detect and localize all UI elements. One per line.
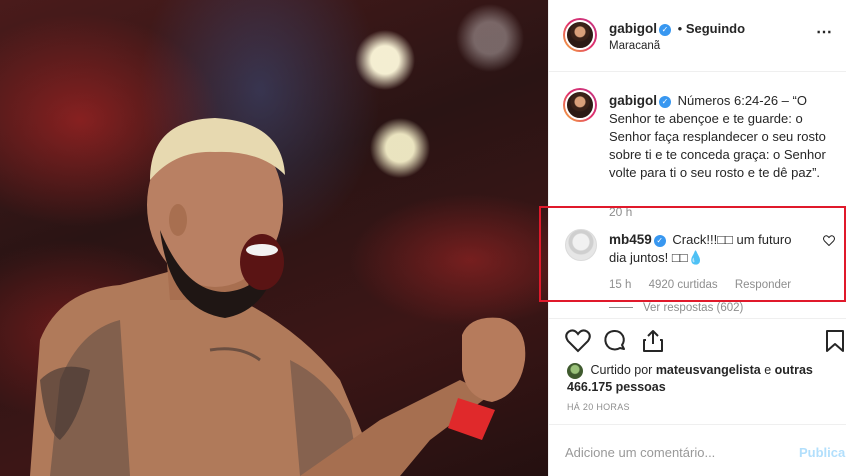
comment-likes[interactable]: 4920 curtidas [649, 279, 718, 291]
publish-button[interactable]: Publicar [799, 445, 846, 460]
comment-composer: Adicione um comentário... Publicar [549, 424, 846, 476]
post-photo[interactable] [0, 0, 548, 476]
view-replies-label: Ver respostas (602) [643, 302, 744, 314]
post-timestamp[interactable]: HÁ 20 HORAS [567, 402, 630, 412]
author-line: gabigol ✓ • Seguindo [609, 21, 745, 36]
following-button[interactable]: Seguindo [686, 21, 745, 36]
comment-icon[interactable] [603, 329, 627, 353]
verified-icon: ✓ [659, 95, 671, 108]
post-sidebar: gabigol ✓ • Seguindo Maracanã ⋯ gabigol ✓ … [539, 0, 846, 476]
verified-icon: ✓ [653, 234, 666, 247]
post-header: gabigol ✓ • Seguindo Maracanã ⋯ [549, 0, 846, 72]
caption-username[interactable]: gabigol [609, 93, 657, 108]
liker-avatar[interactable] [567, 362, 583, 379]
heart-icon[interactable] [565, 329, 591, 353]
liked-by-prefix: Curtido por [590, 363, 653, 377]
comment-input[interactable]: Adicione um comentário... [565, 445, 715, 460]
comment-like-heart-icon[interactable] [823, 235, 835, 246]
post-location[interactable]: Maracanã [609, 40, 660, 52]
commenter-avatar[interactable] [565, 229, 597, 261]
more-options-icon[interactable]: ⋯ [816, 22, 833, 42]
share-icon[interactable] [641, 329, 665, 353]
commenter-username[interactable]: mb459 [609, 232, 652, 247]
caption-author-avatar[interactable] [563, 88, 597, 122]
view-replies-link[interactable]: Ver respostas (602) [609, 302, 743, 314]
action-bar [549, 318, 846, 358]
caption-text: gabigol ✓ Números 6:24-26 – “O Senhor te … [609, 92, 837, 182]
reply-button[interactable]: Responder [735, 279, 791, 291]
comment-meta: 15 h 4920 curtidas Responder [609, 279, 805, 291]
liked-by-user[interactable]: mateusvangelista [656, 363, 761, 377]
bookmark-icon[interactable] [825, 329, 845, 353]
comment-time: 15 h [609, 279, 632, 291]
liked-by: Curtido por mateusvangelista e outras 46… [567, 362, 837, 396]
liked-by-middle: e [764, 363, 772, 377]
verified-icon: ✓ [659, 23, 671, 36]
separator-dot: • [677, 21, 683, 36]
author-avatar[interactable] [563, 18, 597, 52]
athlete-celebrating-image [30, 118, 526, 476]
author-username[interactable]: gabigol [609, 21, 657, 36]
comment-text: mb459 ✓ Crack!!!□□ um futuro dia juntos! … [609, 231, 809, 267]
